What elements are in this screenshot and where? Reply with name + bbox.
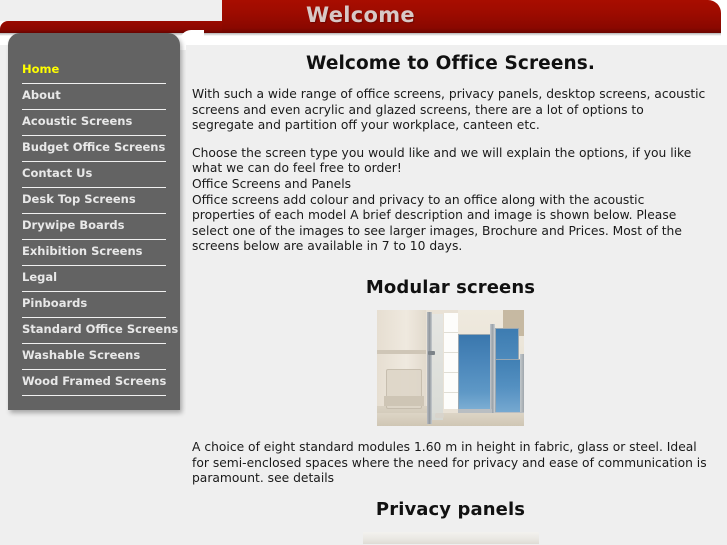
sidebar-item-drywipe-boards[interactable]: Drywipe Boards	[22, 214, 166, 240]
page-title: Welcome	[306, 3, 415, 27]
sidebar-item-desk-top-screens[interactable]: Desk Top Screens	[22, 188, 166, 214]
section-heading-modular-screens: Modular screens	[365, 276, 536, 298]
photo-chair-seat	[384, 395, 424, 406]
privacy-panels-photo[interactable]	[362, 531, 539, 544]
sidebar-item-label: Budget Office Screens	[22, 140, 166, 154]
photo-window-bar	[444, 371, 458, 373]
photo-window	[444, 312, 458, 409]
sidebar-item-label: Exhibition Screens	[22, 244, 143, 258]
main-heading: Welcome to Office Screens.	[305, 53, 595, 74]
photo-floor	[377, 412, 524, 426]
sidebar-item-label: Drywipe Boards	[22, 218, 125, 232]
photo-door-glass	[432, 313, 443, 420]
photo-window-bar	[444, 331, 458, 333]
screens-panels-subheading: Office Screens and Panels	[192, 176, 352, 191]
photo-door-handle	[428, 350, 435, 355]
sidebar-item-contact-us[interactable]: Contact Us	[22, 162, 166, 188]
sidebar-item-label: Pinboards	[22, 296, 88, 310]
sidebar-item-label: Acoustic Screens	[22, 114, 133, 128]
sidebar-item-label: Standard Office Screens	[22, 322, 179, 336]
photo-window-bar	[444, 391, 458, 393]
sidebar-item-label: Legal	[22, 270, 58, 284]
modular-screens-description: A choice of eight standard modules 1.60 …	[192, 439, 707, 486]
sidebar-navigation: Home About Acoustic Screens Budget Offic…	[8, 33, 180, 410]
modular-screens-photo[interactable]	[377, 309, 524, 426]
sidebar-item-acoustic-screens[interactable]: Acoustic Screens	[22, 110, 166, 136]
sidebar-item-label: Wood Framed Screens	[22, 374, 167, 388]
modular-screens-figure	[377, 309, 524, 426]
sidebar-item-label: About	[22, 88, 61, 102]
sidebar-item-label: Contact Us	[22, 166, 93, 180]
sidebar-item-home[interactable]: Home	[22, 58, 166, 84]
photo-blue-screen-left	[458, 333, 493, 412]
photo-screen-post	[520, 353, 524, 416]
sidebar-item-label: Home	[22, 62, 60, 76]
sidebar-item-washable-screens[interactable]: Washable Screens	[22, 344, 166, 370]
section-heading-privacy-panels: Privacy panels	[375, 498, 526, 520]
photo-window-bar	[444, 351, 458, 353]
photo-screen-post	[490, 323, 495, 416]
sidebar-item-wood-framed-screens[interactable]: Wood Framed Screens	[22, 370, 166, 396]
main-content: Welcome to Office Screens. With such a w…	[186, 45, 727, 545]
sidebar-item-budget-office-screens[interactable]: Budget Office Screens	[22, 136, 166, 162]
description-paragraph: Office screens add colour and privacy to…	[192, 192, 682, 254]
sidebar-item-label: Desk Top Screens	[22, 192, 136, 206]
sidebar-item-pinboards[interactable]: Pinboards	[22, 292, 166, 318]
photo-caster	[435, 412, 444, 418]
sidebar-item-label: Washable Screens	[22, 348, 141, 362]
sidebar-item-exhibition-screens[interactable]: Exhibition Screens	[22, 240, 166, 266]
sidebar-item-about[interactable]: About	[22, 84, 166, 110]
sidebar-item-legal[interactable]: Legal	[22, 266, 166, 292]
choose-paragraph: Choose the screen type you would like an…	[192, 145, 692, 176]
photo-shelf	[377, 349, 426, 354]
sidebar-item-standard-office-screens[interactable]: Standard Office Screens	[22, 318, 178, 344]
sidebar-menu-list: Home About Acoustic Screens Budget Offic…	[22, 58, 178, 396]
intro-paragraph: With such a wide range of office screens…	[192, 87, 706, 133]
photo-blue-screen-top	[495, 327, 519, 360]
